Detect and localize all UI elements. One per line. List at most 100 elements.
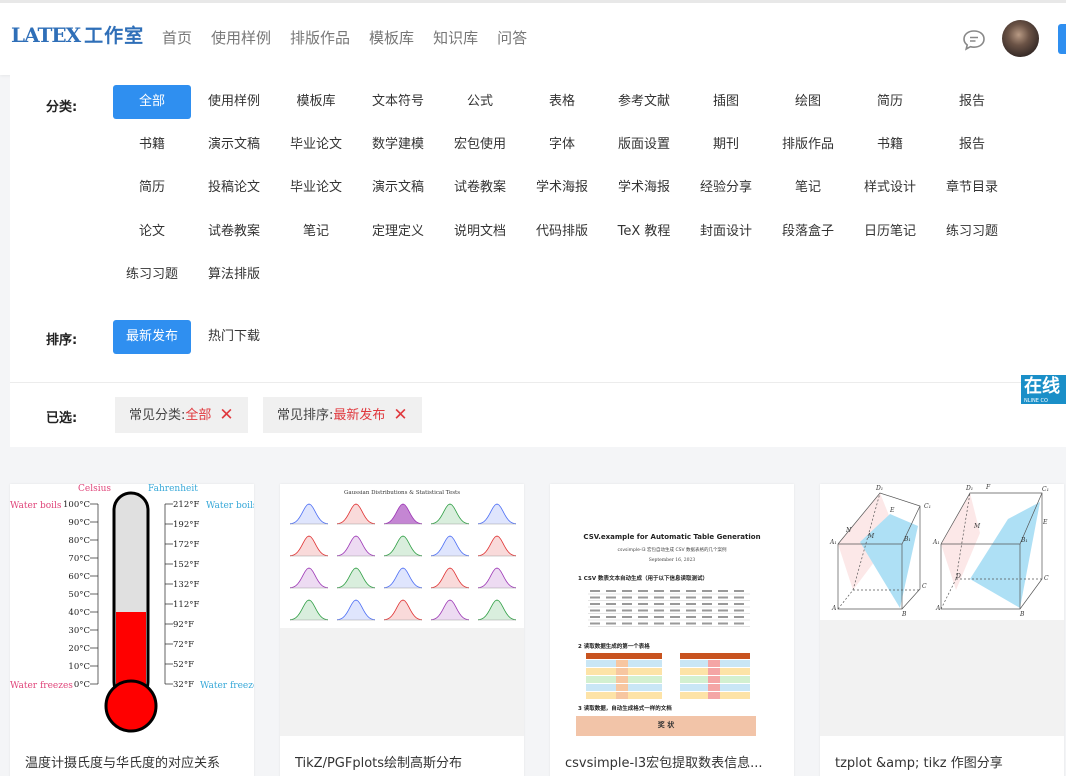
work-card[interactable]: CSV.example for Automatic Table Generati… (550, 484, 794, 776)
category-chip[interactable]: 报告 (933, 85, 1011, 119)
category-chip[interactable]: 笔记 (277, 215, 355, 249)
tag-value: 全部 (185, 408, 212, 423)
table-cell (686, 596, 696, 599)
work-card[interactable]: A₁ A B C D₁ C₁ N M E B₁ A₁ A B C D₁ C₁ F E D M B₁ tzplot &a… (820, 484, 1064, 776)
category-chip[interactable]: 报告 (933, 128, 1011, 162)
fahrenheit-tick: 212°F (173, 500, 199, 510)
table-cell (686, 609, 696, 612)
category-chip[interactable]: 学术海报 (523, 171, 601, 205)
category-chip[interactable]: 学术海报 (605, 171, 683, 205)
close-icon[interactable]: ✕ (219, 405, 233, 425)
category-chip[interactable]: 绘图 (769, 85, 847, 119)
table-cell (734, 622, 744, 625)
work-card[interactable]: Celsius Fahrenheit Water boils Water boi… (10, 484, 254, 776)
category-chip[interactable]: 经验分享 (687, 171, 765, 205)
category-chip[interactable]: 投稿论文 (195, 171, 273, 205)
nav-item[interactable]: 问答 (497, 27, 527, 48)
logo-text: 工作室 (84, 25, 145, 47)
table-cell (622, 596, 632, 599)
fahrenheit-tick: 92°F (173, 620, 194, 630)
site-logo[interactable]: LATEX 工作室 (11, 21, 144, 48)
csv-sec2: 2 读取数据生成的第一个表格 (578, 642, 650, 650)
category-chip[interactable]: 封面设计 (687, 215, 765, 249)
online-badge[interactable]: 在线 NLINE CO (1021, 375, 1066, 404)
close-icon[interactable]: ✕ (393, 405, 407, 425)
tag-key: 常见排序: (277, 408, 334, 423)
fahrenheit-tick: 32°F (173, 680, 194, 690)
category-chip[interactable]: 试卷教案 (195, 215, 273, 249)
category-chip[interactable]: 毕业论文 (277, 171, 355, 205)
table-cell (718, 622, 728, 625)
sort-chip[interactable]: 最新发布 (113, 320, 191, 354)
celsius-tick: 80°C (68, 536, 90, 546)
category-chip[interactable]: 样式设计 (851, 171, 929, 205)
category-chip[interactable]: 书籍 (113, 128, 191, 162)
sort-chip[interactable]: 热门下载 (195, 320, 273, 354)
header-action-button[interactable] (1058, 24, 1066, 54)
svg-text:M: M (867, 533, 875, 540)
category-chip[interactable]: 宏包使用 (441, 128, 519, 162)
svg-text:F: F (985, 484, 991, 491)
work-card[interactable]: Gaussian Distributions & Statistical Tes… (280, 484, 524, 776)
water-freezes-c: Water freezes (10, 681, 73, 691)
category-chip[interactable]: 试卷教案 (441, 171, 519, 205)
nav-item[interactable]: 模板库 (369, 27, 414, 48)
table-cell (590, 609, 600, 612)
celsius-tick: 0°C (74, 680, 90, 690)
celsius-tick: 30°C (68, 626, 90, 636)
category-chip[interactable]: 期刊 (687, 128, 765, 162)
svg-text:C₁: C₁ (924, 503, 931, 510)
category-chip[interactable]: 版面设置 (605, 128, 683, 162)
category-chip[interactable]: 使用样例 (195, 85, 273, 119)
category-chip[interactable]: TeX 教程 (605, 215, 683, 249)
category-chip[interactable]: 论文 (113, 215, 191, 249)
category-chip[interactable]: 笔记 (769, 171, 847, 205)
category-chip[interactable]: 公式 (441, 85, 519, 119)
table-cell (670, 603, 680, 605)
category-chip[interactable]: 段落盒子 (769, 215, 847, 249)
category-chip[interactable]: 演示文稿 (195, 128, 273, 162)
table-cell (702, 590, 712, 592)
category-chip[interactable]: 章节目录 (933, 171, 1011, 205)
category-chip[interactable]: 简历 (851, 85, 929, 119)
table-cell (718, 609, 728, 612)
filter-panel: 分类: 排序: 已选: 全部 使用样例 模板库 文本符号 公式 表格 参考文献 插图 绘图 简历报… (10, 75, 1066, 447)
nav-item[interactable]: 使用样例 (211, 27, 271, 48)
category-chip[interactable]: 书籍 (851, 128, 929, 162)
category-chip[interactable]: 毕业论文 (277, 128, 355, 162)
top-header: LATEX 工作室 首页 使用样例 排版作品 模板库 知识库 问答 (0, 0, 1066, 75)
category-chip[interactable]: 表格 (523, 85, 601, 119)
category-chip[interactable]: 字体 (523, 128, 601, 162)
category-chip[interactable]: 算法排版 (195, 258, 273, 292)
category-chip[interactable]: 说明文档 (441, 215, 519, 249)
nav-item[interactable]: 首页 (162, 27, 192, 48)
fahrenheit-label: Fahrenheit (148, 484, 198, 494)
category-chip[interactable]: 数学建模 (359, 128, 437, 162)
table-cell (702, 616, 712, 618)
table-cell (718, 596, 728, 599)
category-chip[interactable]: 全部 (113, 85, 191, 119)
table-cell (734, 596, 744, 599)
table-cell (686, 616, 696, 618)
svg-text:B: B (901, 611, 907, 618)
table-cell (670, 622, 680, 625)
nav-item[interactable]: 知识库 (433, 27, 478, 48)
category-chip[interactable]: 定理定义 (359, 215, 437, 249)
user-avatar[interactable] (1002, 20, 1039, 57)
category-chip[interactable]: 代码排版 (523, 215, 601, 249)
table-cell (734, 603, 744, 605)
category-chip[interactable]: 练习习题 (113, 258, 191, 292)
message-icon[interactable] (962, 29, 986, 51)
category-chip[interactable]: 日历笔记 (851, 215, 929, 249)
category-chip[interactable]: 简历 (113, 171, 191, 205)
category-chip[interactable]: 排版作品 (769, 128, 847, 162)
category-chip[interactable]: 模板库 (277, 85, 355, 119)
nav-item[interactable]: 排版作品 (290, 27, 350, 48)
table-cell (622, 590, 632, 592)
category-chip[interactable]: 练习习题 (933, 215, 1011, 249)
category-chip[interactable]: 文本符号 (359, 85, 437, 119)
category-chip[interactable]: 演示文稿 (359, 171, 437, 205)
table-cell (638, 590, 648, 592)
category-chip[interactable]: 插图 (687, 85, 765, 119)
category-chip[interactable]: 参考文献 (605, 85, 683, 119)
